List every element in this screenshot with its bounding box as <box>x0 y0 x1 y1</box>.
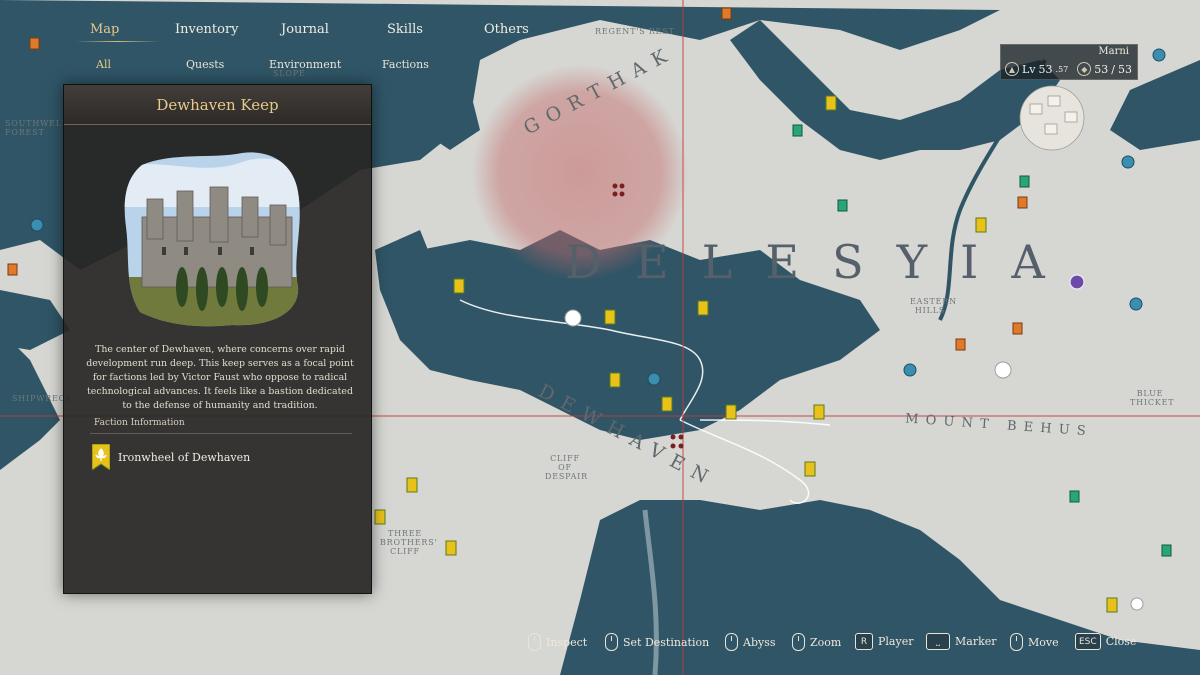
waypoint-icon <box>647 372 661 386</box>
subtab-quests[interactable]: Quests <box>186 58 224 71</box>
waypoint-icon <box>30 218 44 232</box>
hint-label: Zoom <box>810 635 842 649</box>
ability-icon: ◆ <box>1077 62 1092 76</box>
hint-close[interactable]: ESC Close <box>1075 633 1136 650</box>
faction-divider <box>90 433 352 434</box>
environment-marker-icon <box>1017 196 1028 209</box>
hint-inspect[interactable]: Inspect <box>528 633 587 651</box>
abyss-gate-icon <box>564 309 582 327</box>
active-tab-underline <box>75 41 160 42</box>
ability-separator: / <box>1111 62 1115 76</box>
tab-journal[interactable]: Journal <box>281 22 329 37</box>
faction-marker-icon <box>975 217 987 233</box>
hint-abyss[interactable]: Abyss <box>725 633 776 651</box>
subtab-environment[interactable]: Environment <box>269 58 341 71</box>
hint-zoom[interactable]: Zoom <box>792 633 841 651</box>
faction-marker-icon <box>453 278 465 294</box>
tab-skills[interactable]: Skills <box>387 22 423 37</box>
abyss-gate-icon <box>994 361 1012 379</box>
tab-others[interactable]: Others <box>484 22 529 37</box>
mouse-icon <box>725 633 738 651</box>
ability-current: 53 <box>1094 62 1109 76</box>
hint-label: Move <box>1028 635 1059 649</box>
hint-move[interactable]: Move <box>1010 633 1059 651</box>
mouse-icon <box>792 633 805 651</box>
subtab-all[interactable]: All <box>96 58 111 71</box>
quest-marker-icon <box>792 124 803 137</box>
subtab-factions[interactable]: Factions <box>382 58 429 71</box>
faction-marker-icon <box>374 509 386 525</box>
hint-player[interactable]: R Player <box>855 633 913 650</box>
faction-marker-icon <box>609 372 621 388</box>
mouse-icon <box>528 633 541 651</box>
faction-marker-icon <box>725 404 737 420</box>
mouse-icon <box>605 633 618 651</box>
location-description: The center of Dewhaven, where concerns o… <box>86 344 354 411</box>
quest-marker-icon <box>1069 490 1080 503</box>
waypoint-icon <box>903 363 917 377</box>
faction-marker-icon <box>697 300 709 316</box>
faction-marker-icon <box>661 396 673 412</box>
player-location-icon <box>1069 274 1085 290</box>
waypoint-icon <box>1152 48 1166 62</box>
quest-marker-icon <box>1161 544 1172 557</box>
faction-marker-icon <box>406 477 418 493</box>
top-navigation: Map Inventory Journal Skills Others All … <box>55 14 575 78</box>
faction-marker-icon <box>604 309 616 325</box>
waypoint-icon <box>1121 155 1135 169</box>
location-info-panel: Dewhaven Keep The center of Dewhaven, wh… <box>63 84 372 594</box>
hint-label: Player <box>878 635 914 648</box>
control-hints: Inspect Set Destination Abyss Zoom R Pla… <box>520 633 1200 655</box>
location-title: Dewhaven Keep <box>64 85 371 125</box>
environment-marker-icon <box>7 263 18 276</box>
fleur-de-lis-banner-icon <box>92 444 110 470</box>
environment-marker-icon <box>1012 322 1023 335</box>
mouse-icon <box>1010 633 1023 651</box>
environment-marker-icon <box>721 7 732 20</box>
environment-marker-icon <box>29 37 40 50</box>
hint-label: Close <box>1105 635 1137 648</box>
quest-marker-icon <box>1019 175 1030 188</box>
player-level: 53 <box>1038 62 1053 76</box>
faction-info-header: Faction Information <box>94 418 185 428</box>
key-r-icon: R <box>855 633 873 650</box>
hint-label: Abyss <box>743 635 776 649</box>
faction-name: Ironwheel of Dewhaven <box>118 450 251 464</box>
hint-label: Inspect <box>546 635 588 649</box>
key-esc-icon: ESC <box>1075 633 1101 650</box>
abyss-gate-icon <box>1130 597 1144 611</box>
hint-marker[interactable]: ⎵ Marker <box>926 633 997 650</box>
environment-marker-icon <box>955 338 966 351</box>
faction-marker-icon <box>813 404 825 420</box>
level-label: Lv <box>1022 62 1036 76</box>
faction-marker-icon <box>445 540 457 556</box>
quest-marker-icon <box>837 199 848 212</box>
level-icon: ▲ <box>1005 62 1019 76</box>
waypoint-icon <box>1129 297 1143 311</box>
faction-marker-icon <box>804 461 816 477</box>
player-level-fraction: .57 <box>1055 64 1069 74</box>
faction-marker-icon <box>1106 597 1118 613</box>
location-illustration <box>124 152 300 327</box>
tab-map[interactable]: Map <box>90 22 119 37</box>
faction-item[interactable]: Ironwheel of Dewhaven <box>92 440 352 474</box>
hint-set-destination[interactable]: Set Destination <box>605 633 709 651</box>
player-name: Marni <box>1098 46 1129 57</box>
hint-label: Marker <box>955 635 997 648</box>
player-info: Marni ▲ Lv 53.57 ◆ 53 / 53 <box>1000 44 1138 80</box>
tab-inventory[interactable]: Inventory <box>175 22 239 37</box>
hint-label: Set Destination <box>623 635 710 649</box>
ability-max: 53 <box>1117 62 1132 76</box>
faction-marker-icon <box>825 95 837 111</box>
key-space-icon: ⎵ <box>926 633 950 650</box>
